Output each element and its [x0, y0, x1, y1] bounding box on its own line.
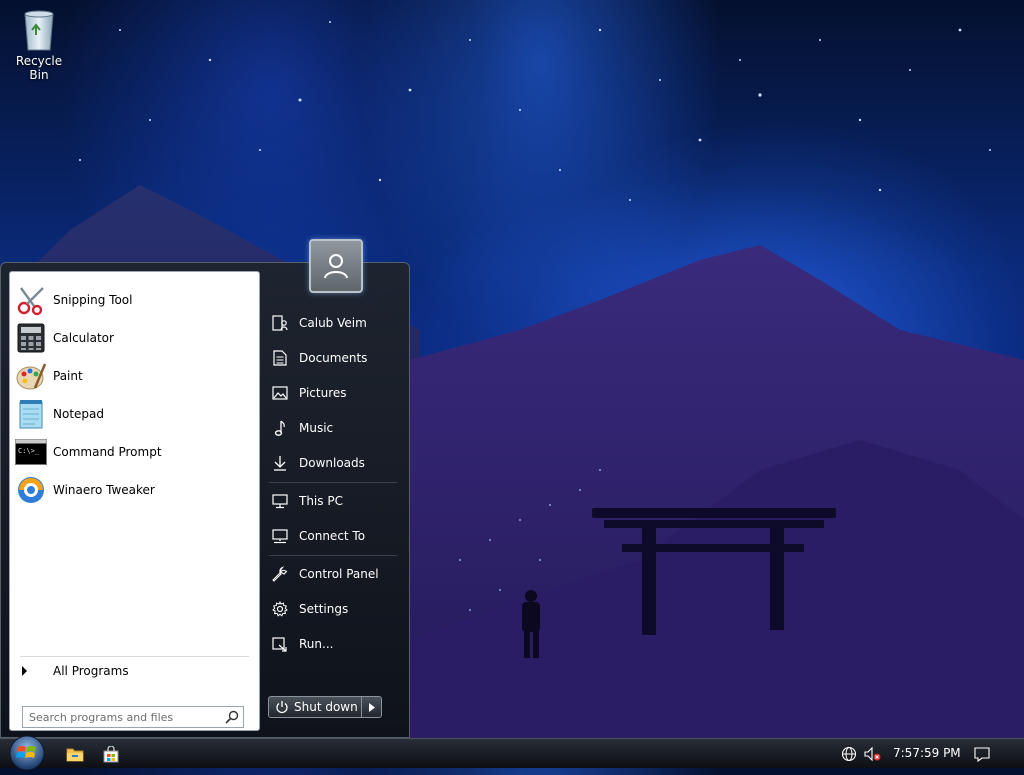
user-avatar[interactable]: [309, 239, 363, 293]
store-bag-icon: [103, 745, 119, 762]
taskbar-store[interactable]: [101, 744, 121, 764]
right-divider: [269, 555, 397, 556]
run-icon: [271, 635, 289, 653]
start-item-this-pc[interactable]: This PC: [267, 486, 401, 516]
program-paint[interactable]: Paint: [12, 358, 257, 394]
start-item-control-panel[interactable]: Control Panel: [267, 559, 401, 589]
wrench-icon: [271, 565, 289, 583]
snipping-tool-icon: [14, 283, 48, 317]
action-center-button[interactable]: [973, 745, 991, 763]
start-item-music[interactable]: Music: [267, 413, 401, 443]
program-snipping-tool[interactable]: Snipping Tool: [12, 282, 257, 318]
user-folder-icon: [271, 314, 289, 332]
start-item-label: Pictures: [299, 386, 347, 400]
document-icon: [271, 349, 289, 367]
start-item-label: Calub Veim: [299, 316, 367, 330]
user-icon: [324, 254, 348, 279]
program-label: Notepad: [53, 407, 104, 421]
network-monitor-icon: [271, 527, 289, 545]
program-label: Winaero Tweaker: [53, 483, 155, 497]
desktop-icon-label: Recycle Bin: [15, 54, 63, 82]
start-item-label: Documents: [299, 351, 368, 365]
program-notepad[interactable]: Notepad: [12, 396, 257, 432]
svg-text:C:\>_: C:\>_: [18, 447, 40, 455]
taskbar-clock[interactable]: 7:57:59 PM: [893, 746, 961, 760]
all-programs-button[interactable]: All Programs: [16, 660, 254, 682]
program-command-prompt[interactable]: C:\>_ Command Prompt: [12, 434, 257, 470]
start-button[interactable]: [8, 734, 46, 772]
file-explorer-icon: [66, 748, 84, 762]
program-label: Paint: [53, 369, 83, 383]
gear-icon: [271, 600, 289, 618]
program-label: Snipping Tool: [53, 293, 133, 307]
triangle-right-icon: [22, 666, 27, 676]
music-note-icon: [271, 419, 289, 437]
program-winaero-tweaker[interactable]: Winaero Tweaker: [12, 472, 257, 508]
start-item-label: Connect To: [299, 529, 366, 543]
desktop-icon-recycle-bin[interactable]: Recycle Bin: [6, 6, 72, 82]
start-item-label: This PC: [299, 494, 343, 508]
winaero-tweaker-icon: [14, 473, 48, 507]
network-globe-icon: [841, 746, 857, 762]
start-item-label: Run...: [299, 637, 334, 651]
download-arrow-icon: [271, 454, 289, 472]
start-menu: Snipping Tool Calculator Paint Notepad C…: [0, 239, 410, 738]
computer-icon: [271, 492, 289, 510]
tray-volume[interactable]: [864, 745, 882, 763]
taskbar: 7:57:59 PM: [0, 735, 1024, 771]
paint-icon: [14, 359, 48, 393]
start-item-connect-to[interactable]: Connect To: [267, 521, 401, 551]
start-item-run[interactable]: Run...: [267, 629, 401, 659]
search-box[interactable]: [22, 706, 244, 728]
all-programs-label: All Programs: [53, 664, 129, 678]
start-item-label: Control Panel: [299, 567, 379, 581]
right-divider: [269, 482, 397, 483]
chevron-right-icon: [368, 702, 375, 712]
program-calculator[interactable]: Calculator: [12, 320, 257, 356]
picture-icon: [271, 384, 289, 402]
start-menu-programs-pane: Snipping Tool Calculator Paint Notepad C…: [9, 271, 260, 731]
start-item-downloads[interactable]: Downloads: [267, 448, 401, 478]
shutdown-options-button[interactable]: [362, 696, 382, 718]
start-item-settings[interactable]: Settings: [267, 594, 401, 624]
shutdown-button[interactable]: Shut down: [268, 696, 362, 718]
programs-divider: [20, 656, 249, 657]
start-item-label: Downloads: [299, 456, 365, 470]
start-item-documents[interactable]: Documents: [267, 343, 401, 373]
search-input[interactable]: [27, 709, 219, 725]
start-item-label: Music: [299, 421, 334, 435]
program-label: Command Prompt: [53, 445, 162, 459]
program-label: Calculator: [53, 331, 114, 345]
action-center-icon: [974, 747, 990, 762]
search-icon[interactable]: [225, 710, 239, 727]
calculator-icon: [14, 321, 48, 355]
tray-network[interactable]: [840, 745, 858, 763]
recycle-bin-icon: [24, 10, 54, 51]
power-icon: [276, 701, 288, 714]
command-prompt-icon: C:\>_: [14, 435, 48, 469]
windows-logo-icon: [9, 735, 45, 771]
shutdown-label: Shut down: [294, 700, 358, 714]
taskbar-file-explorer[interactable]: [65, 744, 85, 764]
start-item-calub-veim[interactable]: Calub Veim: [267, 308, 401, 338]
speaker-muted-icon: [864, 746, 881, 762]
notepad-icon: [14, 397, 48, 431]
start-item-label: Settings: [299, 602, 349, 616]
start-item-pictures[interactable]: Pictures: [267, 378, 401, 408]
